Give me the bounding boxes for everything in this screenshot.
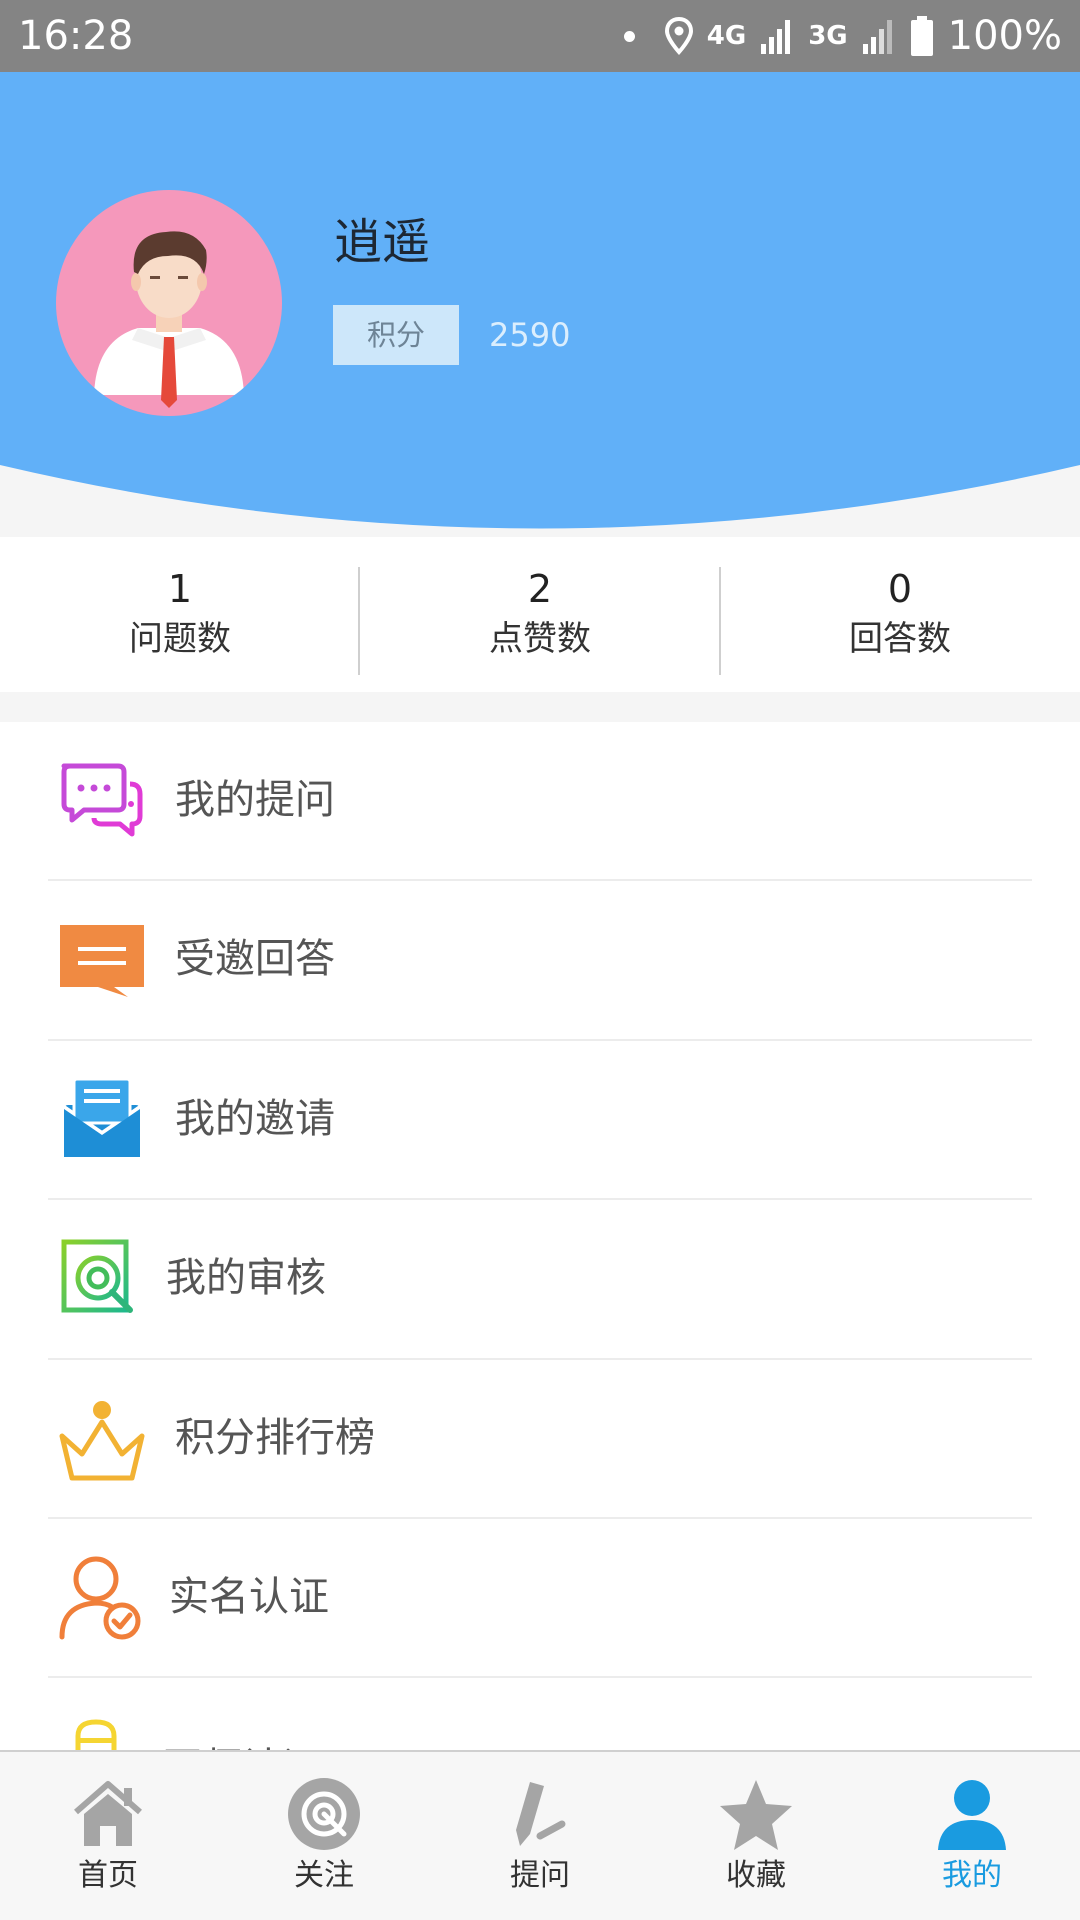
- person-icon: [938, 1780, 1006, 1850]
- profile-header: 逍遥 积分 2590: [0, 72, 1080, 537]
- points-value: 2590: [489, 316, 571, 354]
- battery-percent: 100%: [947, 13, 1062, 59]
- network-3g-label: 3G: [808, 21, 848, 51]
- signal-icon: [761, 20, 791, 54]
- stat-answers[interactable]: 0 回答数: [720, 537, 1080, 692]
- stat-count: 1: [167, 567, 193, 611]
- stat-label: 点赞数: [489, 619, 591, 659]
- battery-icon: [910, 16, 933, 56]
- nav-label: 收藏: [726, 1858, 786, 1893]
- menu-item-my-questions[interactable]: 我的提问: [0, 722, 1080, 880]
- envelope-icon: [62, 1077, 142, 1157]
- avatar-illustration-icon: [94, 231, 244, 408]
- stat-questions[interactable]: 1 问题数: [0, 537, 360, 692]
- stat-likes[interactable]: 2 点赞数: [360, 537, 720, 692]
- chat-bubbles-icon: [61, 763, 143, 837]
- status-icons: 4G 3G 100%: [623, 10, 1062, 62]
- signal-icon-2: [862, 20, 892, 54]
- nav-item-favorites[interactable]: 收藏: [648, 1752, 864, 1920]
- menu-label: 我的审核: [166, 1255, 326, 1301]
- stat-label: 问题数: [129, 619, 231, 659]
- menu-item-my-reviews[interactable]: 我的审核: [0, 1200, 1080, 1358]
- stat-label: 回答数: [849, 619, 951, 659]
- bottom-nav: 首页 关注 提问 收藏 我的: [0, 1750, 1080, 1920]
- nav-item-follow[interactable]: 关注: [216, 1752, 432, 1920]
- menu-label: 我的提问: [175, 777, 335, 823]
- nav-item-ask[interactable]: 提问: [432, 1752, 648, 1920]
- location-icon: [664, 17, 693, 55]
- nav-label: 提问: [510, 1858, 570, 1893]
- menu-item-points-ranking[interactable]: 积分排行榜: [0, 1360, 1080, 1518]
- notification-dot-icon: [623, 30, 635, 42]
- stats-row: 1 问题数 2 点赞数 0 回答数: [0, 537, 1080, 692]
- profile-screen: 16:28 4G 3G 100% 逍遥 积分 2590 1 问题数 2 点赞数 …: [0, 0, 1080, 1920]
- nav-label: 我的: [942, 1858, 1002, 1893]
- menu-label: 积分排行榜: [175, 1415, 375, 1461]
- menu-item-invited-answers[interactable]: 受邀回答: [0, 881, 1080, 1039]
- nav-item-mine[interactable]: 我的: [864, 1752, 1080, 1920]
- star-icon: [720, 1780, 792, 1850]
- network-4g-label: 4G: [706, 21, 747, 51]
- user-name: 逍遥: [334, 214, 431, 270]
- stat-count: 0: [887, 567, 913, 611]
- review-icon: [61, 1239, 133, 1313]
- stat-count: 2: [527, 567, 553, 611]
- menu-item-my-invitations[interactable]: 我的邀请: [0, 1041, 1080, 1199]
- menu-item-doctor-verification[interactable]: 医师认证: [0, 1678, 1080, 1752]
- menu-item-real-name-verification[interactable]: 实名认证: [0, 1519, 1080, 1677]
- menu-label: 受邀回答: [175, 936, 335, 982]
- doctor-icon: [75, 1719, 117, 1752]
- nav-item-home[interactable]: 首页: [0, 1752, 216, 1920]
- points-badge: 积分: [333, 305, 459, 365]
- home-icon: [74, 1781, 142, 1846]
- crown-icon: [59, 1401, 145, 1481]
- avatar[interactable]: [56, 190, 282, 416]
- menu-label: 实名认证: [169, 1574, 329, 1620]
- nav-label: 首页: [78, 1858, 138, 1893]
- verified-user-icon: [59, 1556, 141, 1640]
- nav-label: 关注: [294, 1858, 354, 1893]
- target-icon: [288, 1778, 360, 1850]
- message-icon: [60, 925, 144, 997]
- status-time: 16:28: [18, 13, 134, 59]
- menu-list: 我的提问 受邀回答 我的邀请 我的审核 积分排行榜 实名认证: [0, 722, 1080, 1752]
- pen-icon: [516, 1782, 566, 1846]
- menu-label: 我的邀请: [175, 1096, 335, 1142]
- status-bar: 16:28 4G 3G 100%: [0, 0, 1080, 72]
